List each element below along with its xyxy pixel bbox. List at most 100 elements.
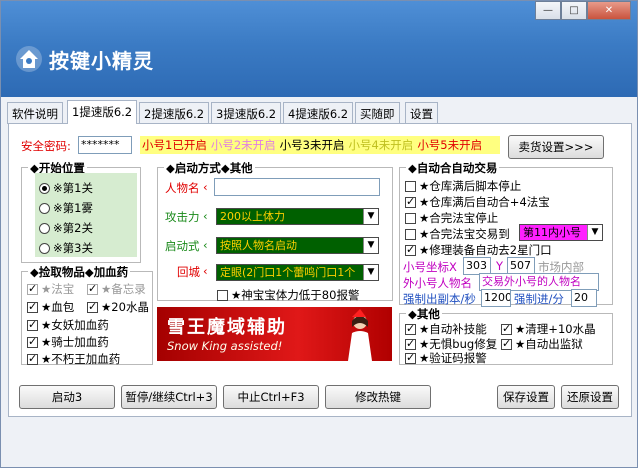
auto-merge-fabao[interactable]: ★仓库满后自动合+4法宝	[405, 194, 550, 210]
trade-option-label: ★仓库满后自动合+4法宝	[419, 195, 550, 209]
other-option-label: ★自动补技能	[419, 322, 487, 336]
auto-skill[interactable]: ★自动补技能	[405, 321, 487, 337]
sell-settings-button[interactable]: 卖货设置>>>	[508, 135, 604, 159]
chevron-down-icon: ▼	[363, 265, 378, 280]
start-mode-select[interactable]: 按照人物名启动 ▼	[216, 237, 379, 254]
pickup-label: ★20水晶	[101, 300, 149, 314]
force-enter-input[interactable]: 20	[571, 289, 597, 307]
pickup-witch-potion[interactable]: ★女妖加血药	[27, 317, 109, 333]
auto-method-title: ◆启动方式◆其他	[164, 160, 255, 176]
force-exit-label: 强制出副本/秒	[403, 292, 476, 306]
character-name-input[interactable]	[214, 178, 380, 196]
coord-x-label: 小号坐标X	[403, 260, 457, 274]
stop-when-full[interactable]: ★仓库满后脚本停止	[405, 178, 521, 194]
start-option-4[interactable]: ※第3关	[39, 240, 93, 256]
stop-after-merge[interactable]: ★合完法宝停止	[405, 210, 498, 226]
auto-jail-exit[interactable]: ★自动出监狱	[501, 336, 583, 352]
tab-speed-3[interactable]: 3提速版6.2	[211, 102, 282, 124]
other-option-label: ★验证码报警	[419, 351, 487, 365]
account-3-status: 小号3未开启	[279, 138, 345, 152]
trade-option-label: ★合完法宝交易到	[419, 227, 510, 241]
tab-speed-4[interactable]: 4提速版6.2	[283, 102, 354, 124]
tab-speed-2[interactable]: 2提速版6.2	[139, 102, 210, 124]
title-bar: — □ ✕ 按键小精灵	[1, 1, 637, 97]
checkbox-icon	[405, 195, 416, 208]
save-settings-button[interactable]: 保存设置	[497, 385, 555, 409]
start-option-1[interactable]: ※第1关	[39, 180, 93, 196]
checkbox-icon	[405, 351, 416, 364]
app-window: — □ ✕ 按键小精灵 软件说明 1提速版6.2 2提速版6.2 3提速版6.2…	[0, 0, 638, 468]
maximize-button[interactable]: □	[561, 1, 587, 20]
password-label: 安全密码:	[21, 139, 71, 153]
pickup-king-potion[interactable]: ★不朽王加血药	[27, 351, 120, 367]
character-name-label: 人物名	[165, 181, 200, 195]
pickup-knight-potion[interactable]: ★骑士加血药	[27, 334, 109, 350]
checkbox-icon	[27, 318, 38, 331]
tab-software-info[interactable]: 软件说明	[7, 102, 63, 124]
pickup-label: ★备忘录	[101, 282, 146, 296]
trade-target-select[interactable]: 第11内小号 ▼	[519, 224, 603, 241]
pet-stamina-alarm[interactable]: ★神宝宝体力低于80报警	[217, 287, 359, 303]
tab-settings[interactable]: 设置	[405, 102, 438, 124]
restore-settings-button[interactable]: 还原设置	[561, 385, 619, 409]
radio-icon	[39, 242, 50, 254]
minimize-button[interactable]: —	[535, 1, 561, 20]
checkbox-icon	[405, 337, 416, 350]
pickup-memo[interactable]: ★备忘录	[87, 281, 146, 297]
start-option-3[interactable]: ※第2关	[39, 220, 93, 236]
banner-title: 雪王魔域辅助	[167, 317, 287, 338]
chevron-down-icon: ▼	[363, 209, 378, 224]
start-option-label: ※第2关	[53, 221, 93, 235]
trade-target-value: 第11内小号	[523, 226, 581, 239]
return-city-select[interactable]: 定眼(2门口1个蕾鸣门口1个 ▼	[216, 264, 379, 281]
checkbox-icon	[501, 322, 512, 335]
trade-name-label: 外小号人物名	[403, 276, 472, 290]
trade-after-merge[interactable]: ★合完法宝交易到	[405, 226, 510, 242]
pickup-label: ★血包	[41, 300, 75, 314]
pause-button[interactable]: 暂停/继续Ctrl+3	[121, 385, 217, 409]
tab-speed-1[interactable]: 1提速版6.2	[67, 100, 138, 124]
radio-icon	[39, 222, 50, 234]
coord-y-label: Y	[496, 259, 504, 273]
app-title: 按键小精灵	[49, 49, 154, 73]
attack-select[interactable]: 200以上体力 ▼	[216, 208, 379, 225]
account-status-bar: 小号1已开启 小号2未开启 小号3未开启 小号4未开启 小号5未开启	[140, 136, 500, 154]
banner-character-icon	[348, 309, 372, 361]
checkbox-icon	[27, 352, 38, 365]
password-input[interactable]: *******	[78, 136, 132, 154]
captcha-alarm[interactable]: ★验证码报警	[405, 350, 487, 366]
promo-banner: 雪王魔域辅助 Snow King assisted!	[157, 307, 392, 361]
other-option-label: ★清理+10水晶	[515, 322, 596, 336]
auto-trade-title: ◆自动合自动交易	[406, 160, 500, 176]
banner-subtitle: Snow King assisted!	[167, 339, 283, 353]
force-exit-input[interactable]: 1200	[481, 289, 511, 307]
auto-repair[interactable]: ★修理装备自动去2星门口	[405, 242, 552, 258]
pickup-title: ◆捡取物品◆加血药	[28, 264, 131, 280]
start-button[interactable]: 启动3	[19, 385, 115, 409]
force-enter-label: 强制进/分	[514, 292, 564, 306]
chevron-down-icon: ▼	[587, 225, 602, 240]
start-option-label: ※第3关	[53, 241, 93, 255]
close-button[interactable]: ✕	[587, 1, 631, 20]
checkbox-icon	[405, 180, 416, 192]
pickup-label: ★法宝	[41, 282, 75, 296]
other-title: ◆其他	[406, 306, 442, 322]
chevron-down-icon: ▼	[363, 238, 378, 253]
start-mode-label: 启动式	[165, 239, 200, 253]
start-option-label: ※第1关	[53, 181, 93, 195]
attack-select-value: 200以上体力	[220, 210, 285, 223]
pickup-blood-pack[interactable]: ★血包	[27, 299, 74, 315]
clean-crystal[interactable]: ★清理+10水晶	[501, 321, 596, 337]
start-option-2[interactable]: ※第1雾	[39, 200, 93, 216]
checkbox-icon	[405, 228, 416, 240]
checkbox-icon	[405, 212, 416, 224]
stop-button[interactable]: 中止Ctrl+F3	[223, 385, 319, 409]
pickup-crystal[interactable]: ★20水晶	[87, 299, 149, 315]
start-mode-arrow: ‹	[203, 238, 208, 252]
account-4-status: 小号4未开启	[348, 138, 414, 152]
pickup-fabao[interactable]: ★法宝	[27, 281, 74, 297]
tab-buy[interactable]: 买随即	[355, 102, 400, 124]
change-hotkey-button[interactable]: 修改热键	[325, 385, 431, 409]
checkbox-icon	[501, 337, 512, 350]
pet-stamina-label: ★神宝宝体力低于80报警	[231, 288, 360, 302]
